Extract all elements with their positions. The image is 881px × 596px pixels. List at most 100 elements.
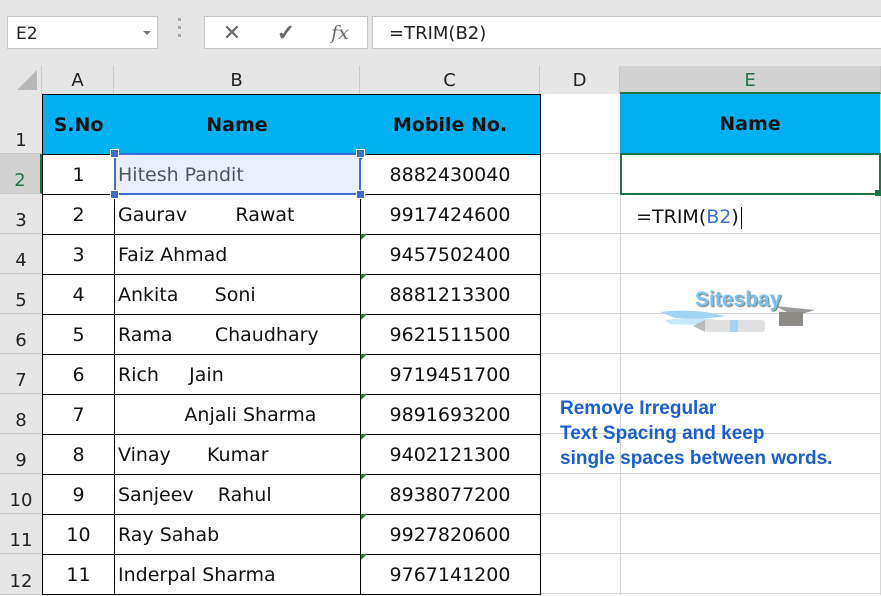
header-cell-name[interactable]: Name [114,94,361,155]
row-header-9[interactable]: 9 [0,434,42,474]
row-header-11[interactable]: 11 [0,514,42,554]
column-header-e[interactable]: E [620,66,881,94]
column-header-c[interactable]: C [360,66,540,94]
row-header-12[interactable]: 12 [0,554,42,595]
formula-input[interactable]: =TRIM(B2) [372,16,881,49]
column-header-b[interactable]: B [114,66,360,94]
cell-mobile[interactable]: 9891693200 [360,394,541,435]
row-number: 8 [15,410,27,431]
cell-name[interactable]: Ray Sahab [114,514,361,555]
column-header-d[interactable]: D [540,66,620,94]
cell-mobile[interactable]: 8881213300 [360,274,541,315]
cell-sno[interactable]: 9 [42,474,115,515]
cell-mobile[interactable]: 8882430040 [360,154,541,195]
cell-name[interactable]: Anjali Sharma [114,394,361,435]
name-box-value: E2 [16,24,38,44]
cell-mobile[interactable]: 9621511500 [360,314,541,355]
cell-mobile[interactable]: 9767141200 [360,554,541,595]
cell-name[interactable]: Sanjeev Rahul [114,474,361,515]
row-number: 10 [9,490,33,511]
name-box-dropdown-icon[interactable] [143,31,151,35]
cell-name[interactable]: Faiz Ahmad [114,234,361,275]
resize-handle[interactable] [110,190,119,199]
row-header-1[interactable]: 1 [0,94,42,154]
error-indicator-icon[interactable] [361,514,367,520]
row-number: 3 [15,210,27,231]
note-line: Remove Irregular [560,398,717,419]
cell-mobile[interactable]: 9719451700 [360,354,541,395]
gridline [540,593,881,594]
cell-name[interactable]: Rama Chaudhary [114,314,361,355]
cell-name[interactable]: Inderpal Sharma [114,554,361,595]
cell-name[interactable]: Vinay Kumar [114,434,361,475]
formula-suffix: ) [731,206,739,228]
error-indicator-icon[interactable] [361,234,367,240]
gridline [540,273,881,274]
cell-mobile[interactable]: 9402121300 [360,434,541,475]
select-all-button[interactable] [0,66,42,94]
row-number: 1 [15,130,27,151]
formula-text: =TRIM(B2) [389,23,487,44]
formula-prefix: =TRIM( [636,206,707,228]
resize-handle[interactable] [356,190,365,199]
cell-sno[interactable]: 8 [42,434,115,475]
row-header-8[interactable]: 8 [0,394,42,434]
formula-buttons: ✕ ✓ fx [204,16,368,49]
gridline [540,513,881,514]
enter-icon[interactable]: ✓ [271,20,301,46]
cell-name[interactable]: Gaurav Rawat [114,194,361,235]
cell-sno[interactable]: 3 [42,234,115,275]
row-header-3[interactable]: 3 [0,194,42,234]
resize-handle[interactable] [356,149,365,158]
name-box[interactable]: E2 [7,16,158,49]
cancel-icon[interactable]: ✕ [217,20,247,46]
cell-sno[interactable]: 6 [42,354,115,395]
row-number: 12 [9,571,33,592]
cell-sno[interactable]: 1 [42,154,115,195]
fill-handle[interactable] [875,190,881,196]
text-cursor [740,206,742,229]
row-header-2[interactable]: 2 [0,154,42,194]
error-indicator-icon[interactable] [361,314,367,320]
row-number: 6 [15,330,27,351]
cell-mobile[interactable]: 8938077200 [360,474,541,515]
row-header-4[interactable]: 4 [0,234,42,274]
active-cell-border [620,153,881,195]
row-number: 5 [15,290,27,311]
cell-name[interactable]: Rich Jain [114,354,361,395]
insert-function-icon[interactable]: fx [325,20,355,46]
cell-mobile[interactable]: 9457502400 [360,234,541,275]
row-header-7[interactable]: 7 [0,354,42,394]
result-header-cell[interactable]: Name [620,94,880,154]
error-indicator-icon[interactable] [361,354,367,360]
cell-mobile[interactable]: 9927820600 [360,514,541,555]
resize-handle[interactable] [110,149,119,158]
grip-handle-icon[interactable] [178,18,182,44]
formula-reference: B2 [706,206,732,228]
header-cell-sno[interactable]: S.No [42,94,115,155]
error-indicator-icon[interactable] [361,274,367,280]
error-indicator-icon[interactable] [361,554,367,560]
error-indicator-icon[interactable] [361,394,367,400]
cell-name[interactable]: Ankita Soni [114,274,361,315]
select-all-icon [17,70,37,90]
formula-bar-area: E2 ✕ ✓ fx =TRIM(B2) [0,0,881,66]
column-header-a[interactable]: A [42,66,114,94]
header-cell-mobile[interactable]: Mobile No. [360,94,541,155]
cell-sno[interactable]: 4 [42,274,115,315]
cell-mobile[interactable]: 9917424600 [360,194,541,235]
row-number: 4 [15,250,27,271]
row-number: 2 [14,170,26,191]
cell-sno[interactable]: 10 [42,514,115,555]
error-indicator-icon[interactable] [361,474,367,480]
row-header-6[interactable]: 6 [0,314,42,354]
cell-sno[interactable]: 7 [42,394,115,435]
gridline [540,553,881,554]
cell-sno[interactable]: 5 [42,314,115,355]
cell-sno[interactable]: 2 [42,194,115,235]
error-indicator-icon[interactable] [361,434,367,440]
row-header-5[interactable]: 5 [0,274,42,314]
row-header-10[interactable]: 10 [0,474,42,514]
logo-text: Sitesbay [695,288,782,311]
cell-sno[interactable]: 11 [42,554,115,595]
